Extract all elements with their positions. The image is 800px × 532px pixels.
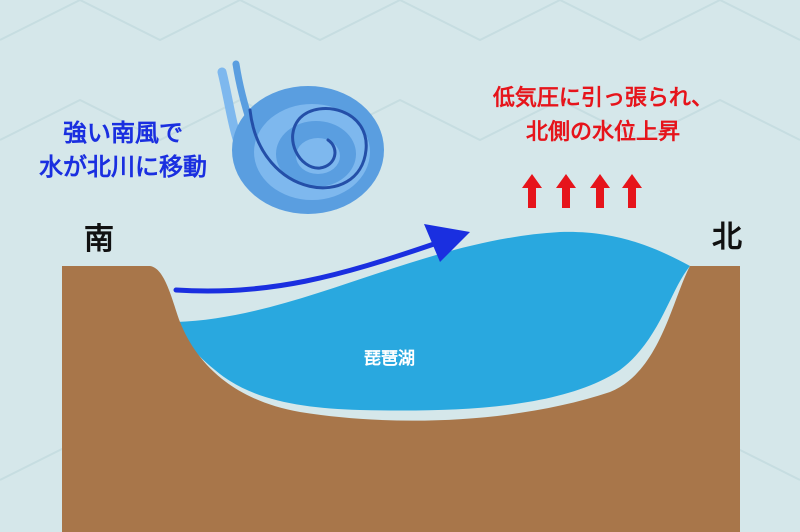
diagram-canvas — [0, 0, 800, 532]
wind-caption-line1: 強い南風で — [63, 119, 183, 147]
typhoon-swirl-icon — [217, 60, 384, 214]
pressure-caption-line2: 北側の水位上昇 — [525, 120, 680, 145]
wind-caption: 強い南風で 水が北川に移動 — [18, 116, 228, 184]
up-arrow-icon — [556, 174, 576, 208]
up-arrow-icon — [522, 174, 542, 208]
water-rise-arrows — [522, 174, 642, 208]
up-arrow-icon — [590, 174, 610, 208]
pressure-caption-line1: 低気圧に引っ張られ、 — [492, 86, 714, 111]
direction-north-label: 北 — [712, 220, 742, 255]
lake-water — [176, 231, 690, 411]
lake-diagram: 強い南風で 水が北川に移動 低気圧に引っ張られ、 北側の水位上昇 南 北 琵琶湖 — [0, 0, 800, 532]
pressure-caption: 低気圧に引っ張られ、 北側の水位上昇 — [468, 82, 738, 150]
lake-label: 琵琶湖 — [364, 349, 415, 369]
direction-south-label: 南 — [84, 222, 114, 257]
up-arrow-icon — [622, 174, 642, 208]
wind-caption-line2: 水が北川に移動 — [39, 153, 207, 181]
